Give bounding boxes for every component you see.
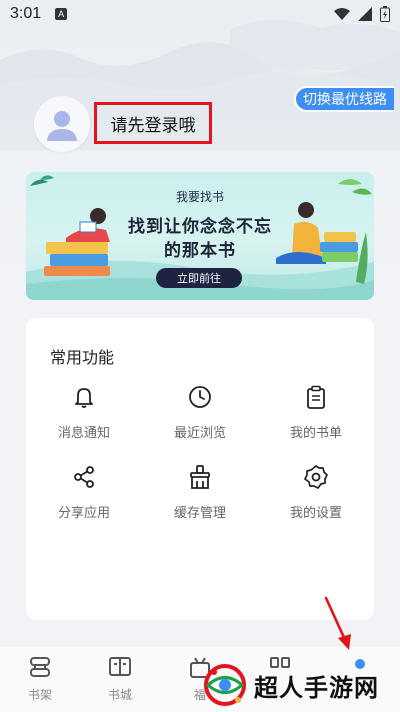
- status-time: 3:01: [10, 5, 42, 22]
- status-bar: 3:01 A: [0, 0, 400, 28]
- bell-icon: [75, 388, 93, 408]
- user-placeholder-icon: [47, 111, 77, 141]
- nav-label: 书城: [107, 688, 132, 702]
- gear-icon: [304, 465, 328, 489]
- watermark: 超人手游网: [202, 658, 400, 712]
- func-settings[interactable]: 我的设置: [266, 464, 366, 536]
- banner-subtitle: 我要找书: [175, 190, 224, 204]
- clipboard-icon: [307, 385, 325, 409]
- watermark-text: 超人手游网: [254, 673, 379, 702]
- watermark-logo: [204, 664, 246, 706]
- share-icon: [74, 466, 94, 488]
- battery-icon: [380, 6, 390, 22]
- func-label: 消息通知: [57, 426, 110, 441]
- func-recent[interactable]: 最近浏览: [150, 384, 250, 456]
- func-label: 缓存管理: [173, 506, 226, 521]
- notification-badge: A: [55, 8, 68, 20]
- nav-item-bookstore[interactable]: 书城: [90, 654, 150, 710]
- signal-icon: [358, 7, 372, 21]
- wifi-icon: [334, 7, 350, 20]
- avatar[interactable]: [34, 96, 90, 152]
- find-book-banner[interactable]: 我要找书 找到让你念念不忘 的那本书 立即前往: [26, 172, 374, 300]
- login-prompt-box[interactable]: 请先登录哦: [94, 102, 212, 144]
- clock-icon: [189, 386, 211, 408]
- banner-title-line2: 的那本书: [164, 241, 236, 261]
- login-prompt-text: 请先登录哦: [110, 115, 196, 136]
- section-title: 常用功能: [50, 348, 115, 367]
- func-notifications[interactable]: 消息通知: [34, 384, 134, 456]
- open-book-icon: [109, 657, 131, 676]
- func-label: 分享应用: [57, 506, 110, 521]
- common-functions-card: 常用功能 消息通知 最近浏览 我的书单 分享应用 缓存管理 我的设置: [26, 318, 374, 620]
- func-share[interactable]: 分享应用: [34, 464, 134, 536]
- func-booklist[interactable]: 我的书单: [266, 384, 366, 456]
- func-label: 我的书单: [289, 426, 342, 441]
- func-label: 最近浏览: [173, 426, 226, 441]
- nav-item-bookshelf[interactable]: 书架: [10, 654, 70, 710]
- nav-label: 书架: [27, 688, 52, 702]
- func-cache[interactable]: 缓存管理: [150, 464, 250, 536]
- switch-line-button[interactable]: 切换最优线路: [294, 86, 394, 112]
- broom-icon: [190, 465, 210, 489]
- red-arrow-annotation: [324, 596, 351, 650]
- go-now-button[interactable]: 立即前往: [156, 268, 242, 288]
- func-label: 我的设置: [289, 506, 342, 521]
- banner-title-line1: 找到让你念念不忘: [128, 217, 272, 237]
- bookshelf-icon: [30, 657, 50, 677]
